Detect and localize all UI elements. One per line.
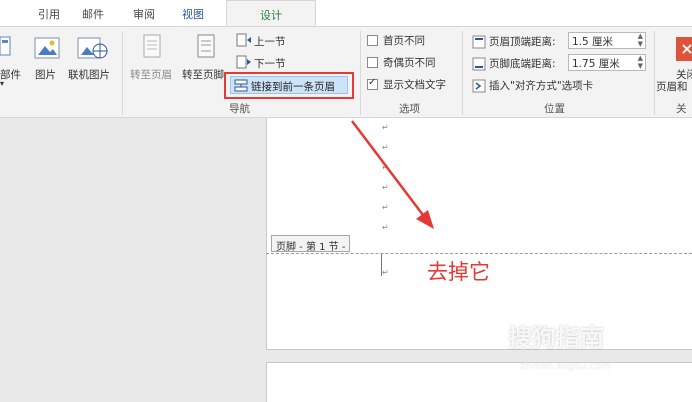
watermark-logo: 搜狗指南 [508, 324, 604, 352]
annotation-text: 去掉它 [427, 260, 490, 284]
watermark-url: zhinan.sogou.com [520, 361, 612, 372]
